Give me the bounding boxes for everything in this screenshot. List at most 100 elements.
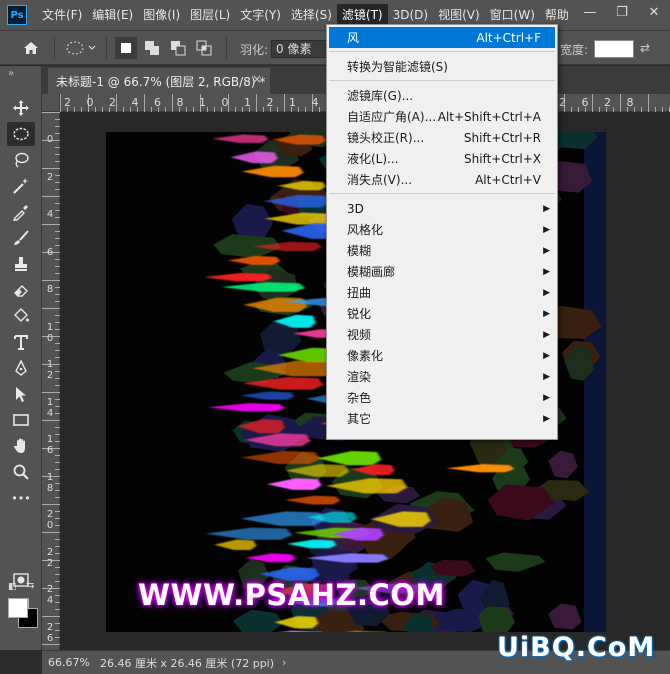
ruler-label: 2 0 (46, 509, 54, 531)
quick-mask-icon[interactable] (7, 568, 35, 592)
filter-menu-item[interactable]: 液化(L)... Shift+Ctrl+X (329, 148, 555, 169)
filter-menu-item[interactable]: 其它 ▶ (329, 408, 555, 429)
canvas-shape (240, 511, 325, 526)
filter-menu-item[interactable]: 滤镜库(G)... (329, 85, 555, 106)
document-tab[interactable]: 未标题-1 @ 66.7% (图层 2, RGB/8) * × (48, 68, 270, 94)
eraser-tool-icon[interactable] (7, 278, 35, 302)
filter-menu-item[interactable]: 模糊 ▶ (329, 240, 555, 261)
ruler-label: 2 6 (46, 621, 54, 644)
filter-menu-item[interactable]: 消失点(V)... Alt+Ctrl+V (329, 169, 555, 190)
canvas-shape (232, 609, 284, 632)
collapse-panel-icon[interactable]: » (8, 68, 14, 79)
ruler-label: 8 (176, 96, 184, 109)
brush-tool-icon[interactable] (7, 226, 35, 250)
canvas-shape (205, 527, 293, 540)
ruler-label: 2 (559, 96, 566, 109)
ruler-label: 4 (131, 96, 139, 109)
menu-item[interactable]: 视图(V) (433, 4, 485, 26)
divider (226, 37, 227, 59)
ruler-label: 2 4 (46, 584, 54, 606)
filter-menu-item[interactable]: 扭曲 ▶ (329, 282, 555, 303)
menu-item[interactable]: 选择(S) (286, 4, 337, 26)
filter-menu-item[interactable]: 风格化 ▶ (329, 219, 555, 240)
add-to-selection-icon[interactable] (141, 37, 163, 59)
paint-bucket-tool-icon[interactable] (7, 304, 35, 328)
divider (54, 37, 55, 59)
window-controls: — ❐ ✕ (574, 0, 670, 24)
home-icon[interactable] (20, 37, 42, 59)
type-tool-icon[interactable] (7, 330, 35, 354)
ruler-label: 2 (266, 96, 274, 109)
filter-menu-item[interactable]: 渲染 ▶ (329, 366, 555, 387)
menu-item[interactable]: 图层(L) (185, 4, 235, 26)
hand-tool-icon[interactable] (7, 434, 35, 458)
corner-watermark: UiBQ.CoM (497, 632, 656, 663)
menu-item[interactable]: 滤镜(T) (336, 4, 388, 26)
ruler-origin[interactable] (42, 94, 60, 112)
menu-item-label: 模糊画廊 (347, 265, 396, 279)
feather-input[interactable]: 0 像素 (271, 40, 327, 58)
swap-width-height-icon[interactable]: ⇄ (640, 41, 650, 55)
foreground-color-swatch[interactable] (8, 598, 28, 618)
eyedropper-tool-icon[interactable] (7, 200, 35, 224)
filter-menu-item[interactable]: 转换为智能滤镜(S) (329, 56, 555, 77)
menu-item[interactable]: 帮助 (540, 4, 574, 26)
ruler-label: 6 (154, 96, 161, 109)
rectangle-tool-icon[interactable] (7, 408, 35, 432)
menu-item[interactable]: 编辑(E) (87, 4, 138, 26)
pen-tool-icon[interactable] (7, 356, 35, 380)
canvas-shape (212, 134, 269, 143)
menu-item[interactable]: 图像(I) (138, 4, 185, 26)
elliptical-marquee-tool-icon[interactable] (7, 122, 35, 146)
menu-item[interactable]: 文件(F) (37, 4, 87, 26)
clone-stamp-tool-icon[interactable] (7, 252, 35, 276)
filter-menu-item[interactable]: 杂色 ▶ (329, 387, 555, 408)
canvas-shape (214, 539, 257, 550)
menu-item-shortcut: Shift+Ctrl+R (463, 130, 541, 145)
filter-menu-item[interactable]: 镜头校正(R)... Shift+Ctrl+R (329, 127, 555, 148)
move-tool-icon[interactable] (7, 96, 35, 120)
menu-separator (329, 51, 555, 52)
status-menu-arrow-icon[interactable]: › (282, 656, 286, 669)
menu-item-label: 消失点(V)... (347, 173, 413, 187)
path-selection-tool-icon[interactable] (7, 382, 35, 406)
menu-item[interactable]: 窗口(W) (485, 4, 540, 26)
menu-item-label: 转换为智能滤镜(S) (347, 60, 448, 74)
menu-item[interactable]: 3D(D) (388, 4, 433, 26)
more-tools-icon[interactable]: ••• (7, 486, 35, 510)
menu-item-label: 液化(L)... (347, 152, 399, 166)
filter-menu-item[interactable]: 视频 ▶ (329, 324, 555, 345)
close-window-button[interactable]: ✕ (638, 0, 670, 24)
menu-item-shortcut: Alt+Ctrl+V (475, 172, 541, 187)
menu-item-label: 模糊 (347, 244, 372, 258)
vertical-ruler[interactable]: 0 2 4 6 8 1 0 1 2 1 4 1 6 1 8 2 0 2 2 2 4 2 6 (42, 112, 60, 650)
ruler-label: 6 (581, 96, 589, 109)
intersect-selection-icon[interactable] (193, 37, 215, 59)
filter-menu-item[interactable]: 锐化 ▶ (329, 303, 555, 324)
filter-menu-item[interactable]: 3D ▶ (329, 198, 555, 219)
canvas-shape (243, 297, 308, 312)
filter-menu-item[interactable]: 模糊画廊 ▶ (329, 261, 555, 282)
lasso-tool-icon[interactable] (7, 148, 35, 172)
submenu-arrow-icon: ▶ (543, 371, 550, 382)
tool-preset-picker[interactable] (62, 37, 100, 59)
document-size: 26.46 厘米 x 26.46 厘米 (72 ppi) (99, 656, 275, 670)
subtract-from-selection-icon[interactable] (167, 37, 189, 59)
filter-menu-item[interactable]: 自适应广角(A)... Alt+Shift+Ctrl+A (329, 106, 555, 127)
new-selection-icon[interactable] (115, 37, 137, 59)
width-input[interactable] (594, 40, 634, 58)
menu-item-shortcut: Alt+Ctrl+F (476, 30, 541, 45)
zoom-tool-icon[interactable] (7, 460, 35, 484)
magic-wand-tool-icon[interactable] (7, 174, 35, 198)
zoom-level[interactable]: 66.67% (48, 656, 90, 669)
restore-button[interactable]: ❐ (606, 0, 638, 24)
canvas-shape (221, 282, 306, 292)
minimize-button[interactable]: — (574, 0, 606, 24)
menu-item-label: 扭曲 (347, 286, 372, 300)
tools-panel: » ••• ◧ ⇆ (0, 66, 42, 650)
filter-menu-item[interactable]: 像素化 ▶ (329, 345, 555, 366)
canvas-shape (548, 603, 582, 630)
filter-menu-item[interactable]: 风 Alt+Ctrl+F (329, 27, 555, 48)
close-tab-icon[interactable]: × (252, 72, 262, 86)
menu-item[interactable]: 文字(Y) (235, 4, 286, 26)
